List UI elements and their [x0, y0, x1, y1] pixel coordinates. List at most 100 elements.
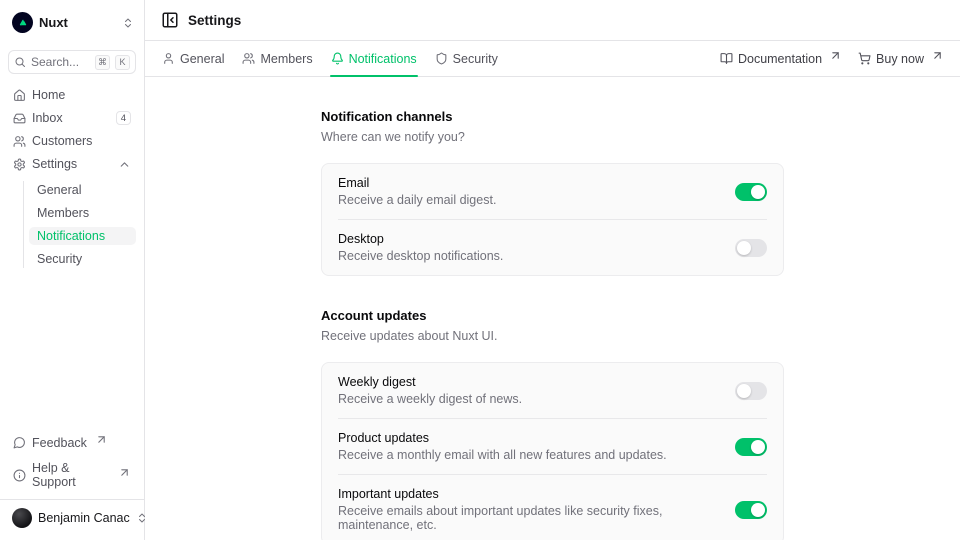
section-description: Where can we notify you?: [321, 130, 784, 144]
book-open-icon: [720, 52, 733, 65]
sidebar-item-home[interactable]: Home: [8, 86, 136, 104]
toggle-knob: [737, 384, 751, 398]
sidebar-item-customers[interactable]: Customers: [8, 132, 136, 150]
kbd-k: K: [115, 55, 130, 70]
tab-label: General: [180, 52, 224, 66]
chat-bubble-icon: [13, 436, 26, 449]
row-title: Product updates: [338, 431, 667, 445]
row-title: Email: [338, 176, 496, 190]
tab-label: Members: [260, 52, 312, 66]
search-input[interactable]: Search... ⌘ K: [8, 50, 136, 74]
help-support-label: Help & Support: [32, 461, 110, 489]
row-title: Desktop: [338, 232, 503, 246]
settings-subnav: General Members Notifications Security: [23, 181, 136, 268]
settings-card: Weekly digest Receive a weekly digest of…: [321, 362, 784, 540]
sidebar-spacer: [8, 268, 136, 431]
search-icon: [14, 56, 26, 68]
desktop-toggle[interactable]: [735, 239, 767, 257]
tab-general[interactable]: General: [161, 41, 225, 76]
person-icon: [162, 52, 175, 65]
toggle-knob: [751, 440, 765, 454]
user-menu[interactable]: Benjamin Canac: [8, 500, 136, 532]
section-title: Account updates: [321, 308, 784, 323]
external-link-icon: [95, 433, 108, 446]
tab-notifications[interactable]: Notifications: [330, 41, 418, 76]
sidebar-item-label: General: [37, 183, 81, 197]
row-text: Product updates Receive a monthly email …: [338, 431, 667, 462]
row-description: Receive a weekly digest of news.: [338, 392, 522, 406]
people-icon: [242, 52, 255, 65]
row-text: Weekly digest Receive a weekly digest of…: [338, 375, 522, 406]
row-text: Desktop Receive desktop notifications.: [338, 232, 503, 263]
gear-icon: [13, 158, 26, 171]
sidebar-item-settings[interactable]: Settings: [8, 155, 136, 173]
nuxt-logo-icon: [12, 12, 33, 33]
row-description: Receive a monthly email with all new fea…: [338, 448, 667, 462]
sidebar-item-inbox[interactable]: Inbox 4: [8, 109, 136, 127]
tabs: General Members Notifications Security: [161, 41, 499, 76]
info-circle-icon: [13, 469, 26, 482]
documentation-link[interactable]: Documentation: [720, 49, 842, 68]
row-text: Important updates Receive emails about i…: [338, 487, 719, 532]
section-description: Receive updates about Nuxt UI.: [321, 329, 784, 343]
tabbar: General Members Notifications Security D…: [145, 41, 960, 77]
tabbar-actions: Documentation Buy now: [720, 41, 944, 76]
sidebar-nav: Home Inbox 4 Customers Settings General …: [8, 86, 136, 268]
user-name: Benjamin Canac: [38, 511, 130, 525]
toggle-knob: [751, 503, 765, 517]
buy-now-label: Buy now: [876, 52, 924, 66]
chevrons-up-down-icon: [122, 17, 134, 29]
toggle-knob: [751, 185, 765, 199]
inbox-icon: [13, 112, 26, 125]
workspace-switcher[interactable]: Nuxt: [8, 8, 136, 37]
bell-icon: [331, 52, 344, 65]
users-icon: [13, 135, 26, 148]
setting-row-email: Email Receive a daily email digest.: [338, 164, 767, 219]
product-updates-toggle[interactable]: [735, 438, 767, 456]
sidebar-item-members[interactable]: Members: [29, 204, 136, 222]
tab-members[interactable]: Members: [241, 41, 313, 76]
email-toggle[interactable]: [735, 183, 767, 201]
row-description: Receive emails about important updates l…: [338, 504, 719, 532]
sidebar-item-label: Inbox: [32, 111, 63, 125]
buy-now-link[interactable]: Buy now: [858, 49, 944, 68]
main-panel: Settings General Members Notifications S…: [145, 0, 960, 540]
documentation-label: Documentation: [738, 52, 822, 66]
section-title: Notification channels: [321, 109, 784, 124]
row-title: Weekly digest: [338, 375, 522, 389]
section-notification-channels: Notification channels Where can we notif…: [321, 109, 784, 276]
important-updates-toggle[interactable]: [735, 501, 767, 519]
workspace-name: Nuxt: [39, 15, 68, 30]
tab-label: Security: [453, 52, 498, 66]
sidebar-item-label: Settings: [32, 157, 77, 171]
home-icon: [13, 89, 26, 102]
tab-security[interactable]: Security: [434, 41, 499, 76]
settings-card: Email Receive a daily email digest. Desk…: [321, 163, 784, 276]
cart-icon: [858, 52, 871, 65]
setting-row-important-updates: Important updates Receive emails about i…: [338, 474, 767, 540]
external-link-icon: [118, 466, 131, 479]
sidebar-item-general[interactable]: General: [29, 181, 136, 199]
titlebar: Settings: [145, 0, 960, 41]
shield-icon: [435, 52, 448, 65]
sidebar-item-label: Customers: [32, 134, 92, 148]
row-title: Important updates: [338, 487, 719, 501]
sidebar-item-notifications[interactable]: Notifications: [29, 227, 136, 245]
feedback-link[interactable]: Feedback: [8, 431, 136, 454]
page-title: Settings: [188, 13, 241, 28]
weekly-digest-toggle[interactable]: [735, 382, 767, 400]
chevron-up-icon: [118, 158, 131, 171]
sidebar-item-label: Members: [37, 206, 89, 220]
tab-label: Notifications: [349, 52, 417, 66]
help-support-link[interactable]: Help & Support: [8, 459, 136, 491]
panel-left-close-icon[interactable]: [161, 11, 179, 29]
sidebar-item-security[interactable]: Security: [29, 250, 136, 268]
section-account-updates: Account updates Receive updates about Nu…: [321, 308, 784, 540]
setting-row-product-updates: Product updates Receive a monthly email …: [338, 418, 767, 474]
setting-row-weekly-digest: Weekly digest Receive a weekly digest of…: [338, 363, 767, 418]
row-description: Receive a daily email digest.: [338, 193, 496, 207]
row-description: Receive desktop notifications.: [338, 249, 503, 263]
avatar: [12, 508, 32, 528]
kbd-cmd: ⌘: [95, 55, 110, 70]
external-link-icon: [829, 49, 842, 62]
